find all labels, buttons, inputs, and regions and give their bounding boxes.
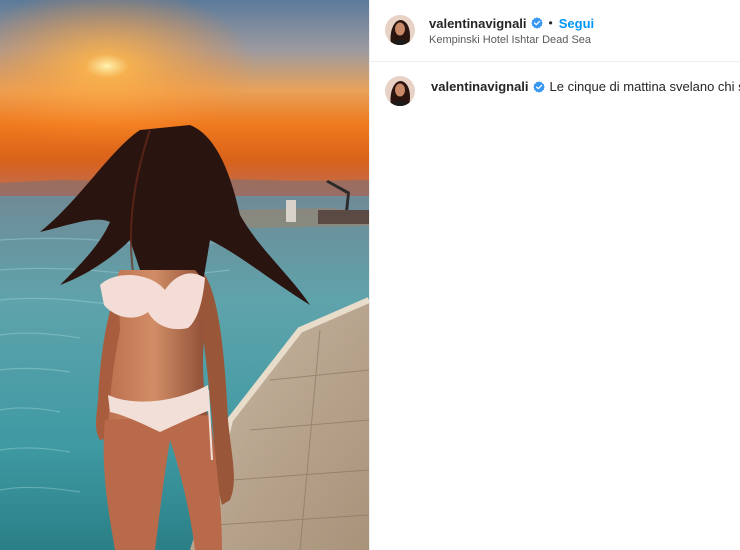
user-line: valentinavignali • Segui <box>429 14 594 32</box>
profile-picture-icon <box>385 76 415 106</box>
avatar[interactable] <box>385 76 415 106</box>
instagram-post: valentinavignali • Segui Kempinski Hotel… <box>0 0 740 550</box>
caption-line: valentinavignali Le cinque di mattina sv… <box>431 79 740 94</box>
caption-comment: valentinavignali Le cinque di mattina sv… <box>370 62 740 122</box>
post-header: valentinavignali • Segui Kempinski Hotel… <box>370 0 740 62</box>
verified-badge-icon <box>532 80 545 93</box>
follow-button[interactable]: Segui <box>559 16 594 31</box>
post-photo[interactable] <box>0 0 369 550</box>
location-link[interactable]: Kempinski Hotel Ishtar Dead Sea <box>429 34 591 46</box>
caption-text: Le cinque di mattina svelano chi sei <box>549 79 740 94</box>
profile-picture-icon <box>385 15 415 45</box>
sunset-beach-photo <box>0 0 369 550</box>
separator-dot: • <box>548 16 553 30</box>
verified-badge-icon <box>530 17 543 29</box>
caption-username[interactable]: valentinavignali <box>431 79 529 94</box>
post-sidebar: valentinavignali • Segui Kempinski Hotel… <box>369 0 740 550</box>
avatar[interactable] <box>385 15 415 45</box>
username[interactable]: valentinavignali <box>429 16 527 31</box>
